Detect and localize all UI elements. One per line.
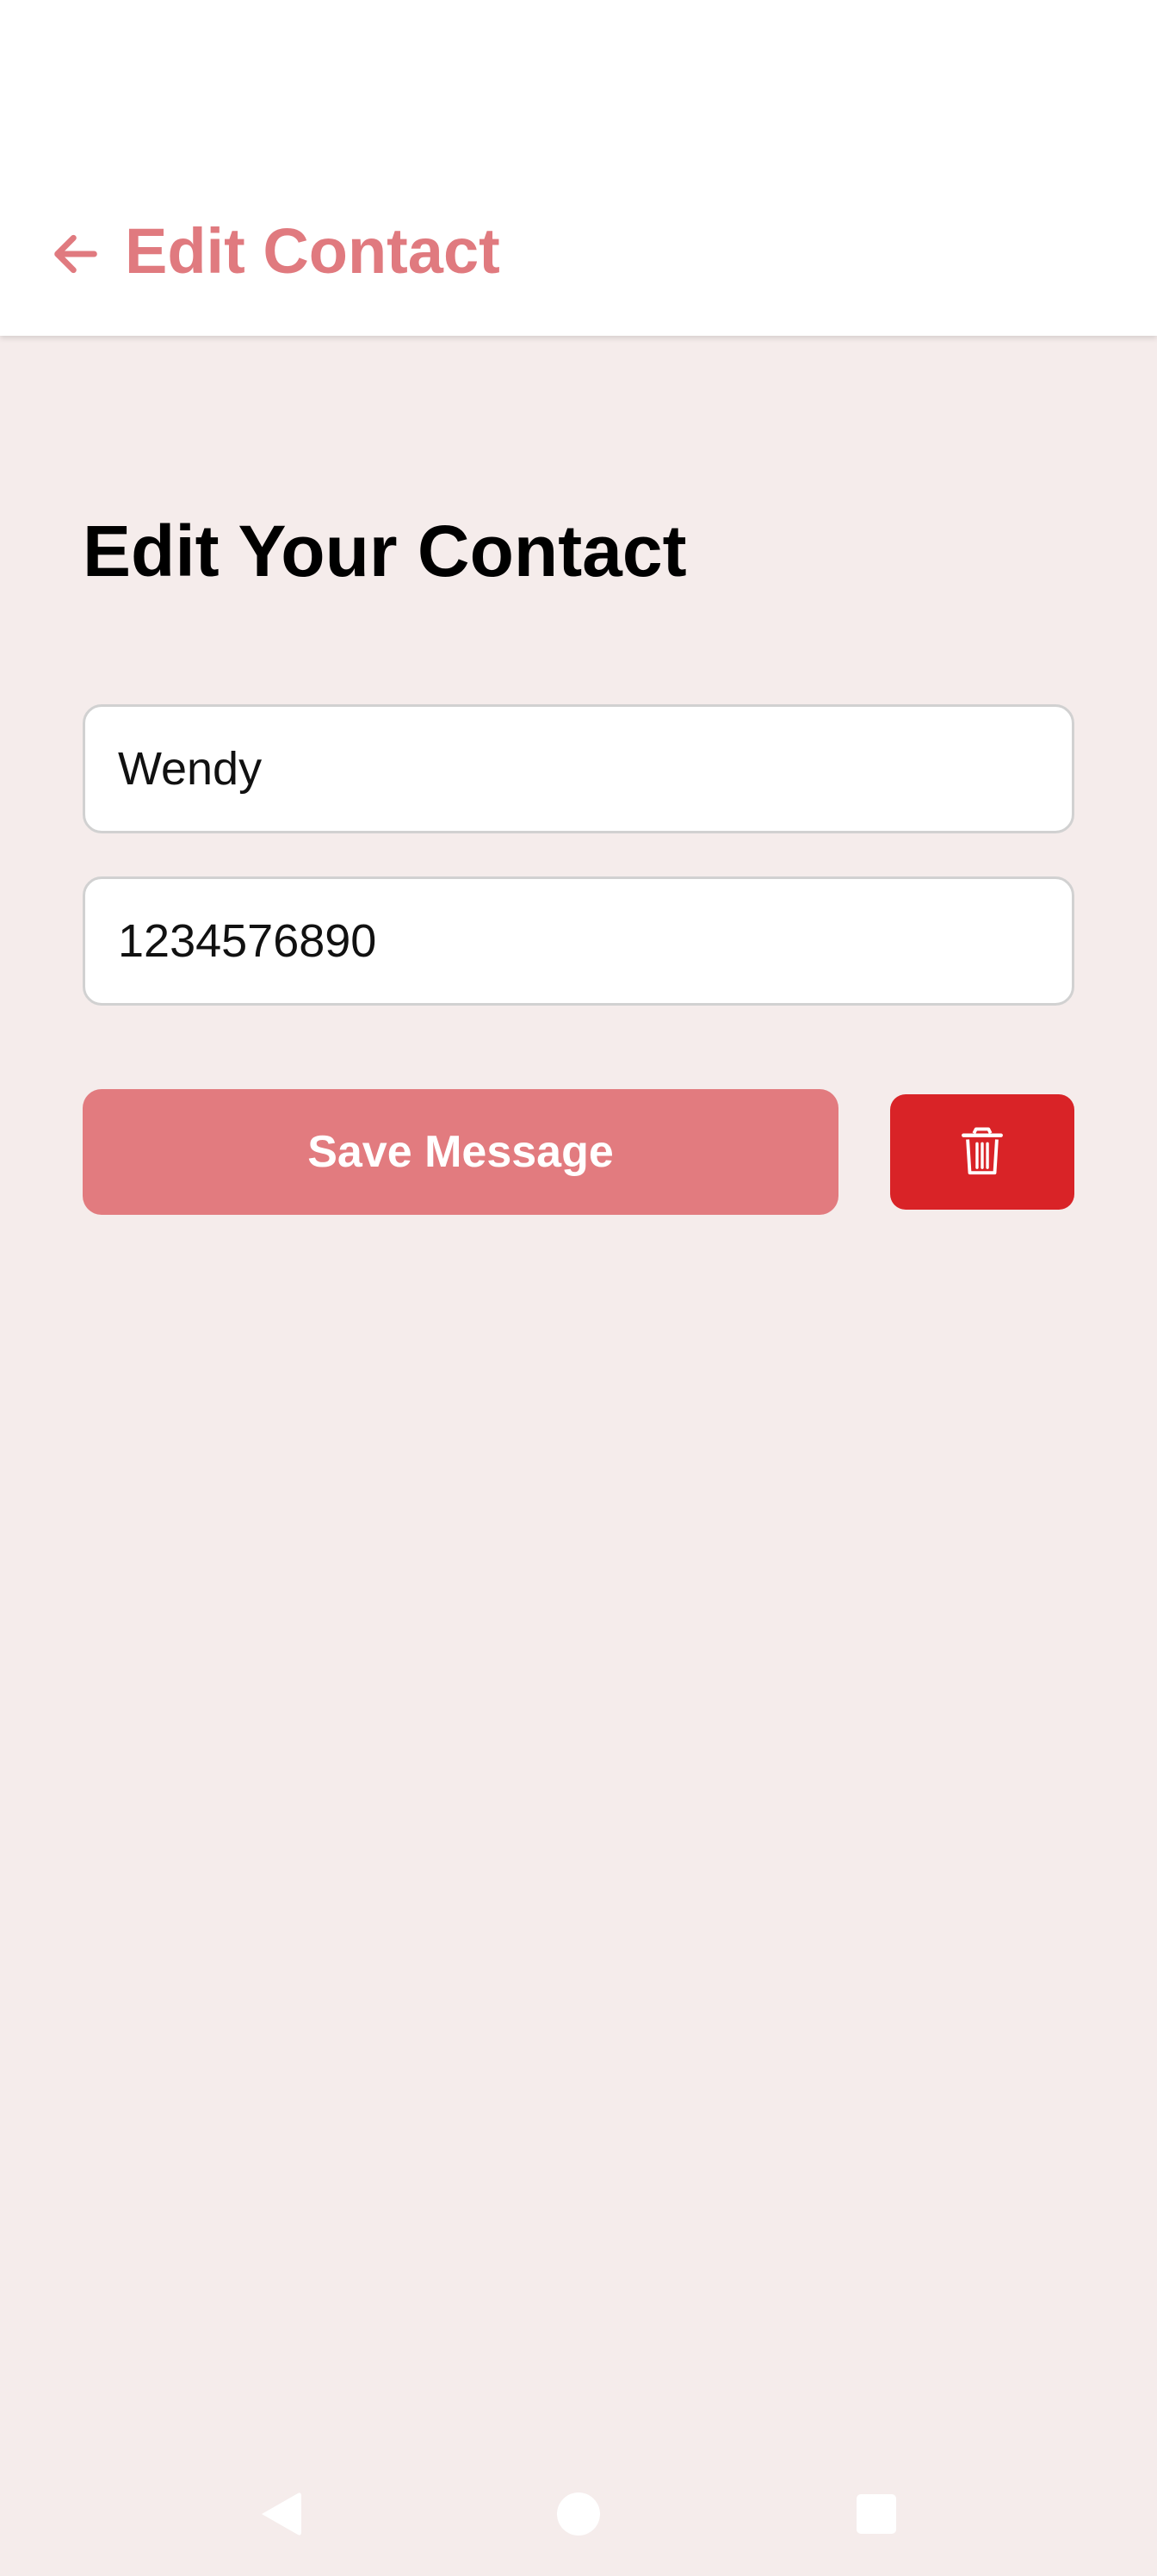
page-title: Edit Contact [125, 215, 500, 287]
name-field[interactable] [83, 704, 1074, 833]
nav-back-button[interactable] [246, 2471, 315, 2557]
square-recents-icon [857, 2494, 896, 2534]
phone-input[interactable] [118, 914, 1072, 968]
trash-icon [962, 1127, 1003, 1175]
app-bar: Edit Contact [0, 0, 1157, 336]
form-section: Edit Your Contact [83, 508, 1074, 595]
nav-home-button[interactable] [544, 2471, 613, 2557]
save-button[interactable]: Save Message [83, 1089, 838, 1215]
back-button[interactable] [43, 220, 108, 288]
form-heading: Edit Your Contact [83, 511, 687, 591]
delete-button[interactable] [890, 1094, 1074, 1210]
phone-field[interactable] [83, 876, 1074, 1006]
circle-home-icon [557, 2492, 600, 2536]
nav-recents-button[interactable] [842, 2471, 911, 2557]
arrow-left-icon [54, 234, 97, 274]
triangle-back-icon [262, 2492, 301, 2536]
system-nav-bar [0, 2471, 1157, 2557]
name-input[interactable] [118, 742, 1072, 796]
